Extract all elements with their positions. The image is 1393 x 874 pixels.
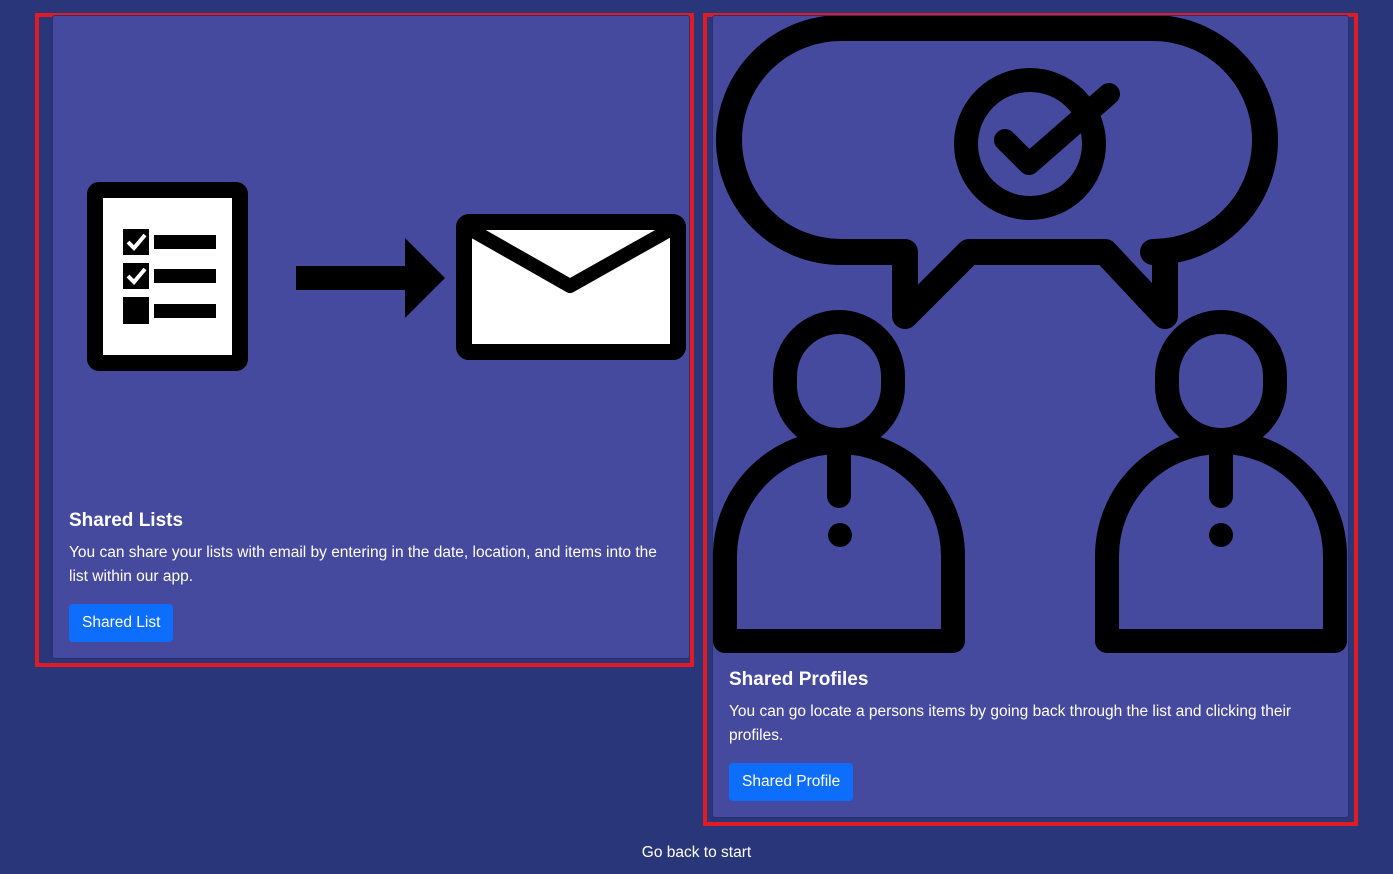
two-people-speech-bubble-check-icon [713, 16, 1347, 653]
card-title: Shared Profiles [729, 669, 869, 690]
shared-profile-button[interactable]: Shared Profile [729, 763, 854, 801]
shared-list-button[interactable]: Shared List [69, 604, 174, 642]
card-title: Shared Lists [69, 510, 184, 531]
card-shared-profiles: Shared Profiles You can go locate a pers… [712, 15, 1349, 818]
checklist-to-envelope-icon [87, 182, 686, 371]
card-description: You can go locate a persons items by goi… [729, 703, 1292, 744]
card-description: You can share your lists with email by e… [69, 544, 657, 585]
go-back-to-start-link[interactable]: Go back to start [0, 844, 1393, 862]
card-shared-lists: Shared Lists You can share your lists wi… [52, 15, 690, 659]
